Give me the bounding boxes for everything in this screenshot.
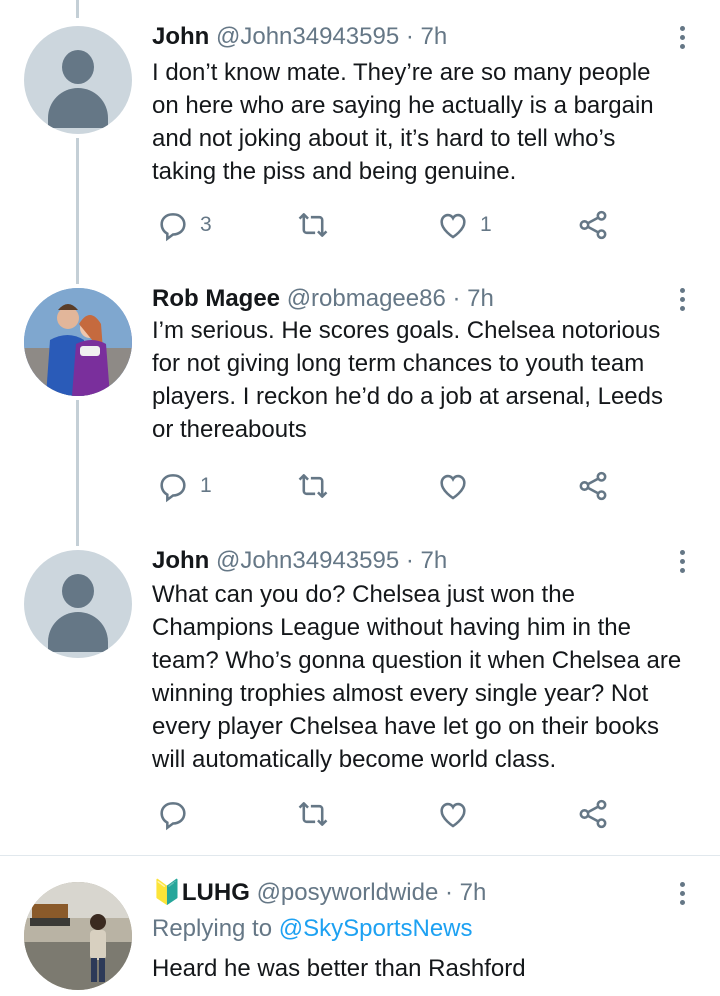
author-name[interactable]: John [152,23,209,50]
replying-to-label: Replying to [152,915,273,942]
retweet-icon [298,802,328,826]
more-icon[interactable] [680,882,686,909]
user-avatar[interactable] [24,288,132,396]
more-icon[interactable] [680,26,686,53]
like-icon [440,474,466,500]
avatar-photo [24,882,132,990]
default-avatar-icon[interactable] [24,550,132,658]
author-handle[interactable]: @John34943595 · 7h [216,547,447,574]
share-button[interactable] [576,466,610,506]
author-handle[interactable]: @robmagee86 · 7h [287,285,494,312]
share-icon [579,210,607,240]
retweet-button[interactable] [296,466,330,506]
tweet[interactable]: 🔰LUHG @posyworldwide · 7h Replying to @S… [0,856,720,996]
author-name[interactable]: Rob Magee [152,285,280,312]
tweet[interactable]: John @John34943595 · 7h I don’t know mat… [0,0,720,260]
avatar-photo [24,288,132,396]
tweet-text: Heard he was better than Rashford [152,955,526,982]
retweet-icon [298,474,328,498]
reply-icon [160,802,186,831]
replying-to-link[interactable]: @SkySportsNews [279,915,473,942]
tweet-text: I’m serious. He scores goals. Chelsea no… [152,317,663,443]
more-icon[interactable] [680,550,686,577]
share-icon [579,799,607,829]
reply-icon [160,474,186,503]
like-count: 1 [480,213,492,236]
tweet-actions: 1 [152,466,672,506]
retweet-button[interactable] [296,794,330,834]
like-icon [440,213,466,239]
retweet-icon [298,213,328,237]
author-name[interactable]: LUHG [182,879,250,906]
beginner-badge-icon: 🔰 [152,879,182,906]
tweet-text: I don’t know mate. They’re are so many p… [152,59,654,185]
share-button[interactable] [576,205,610,245]
tweet-text: What can you do? Chelsea just won the Ch… [152,581,682,773]
author-handle[interactable]: @John34943595 · 7h [216,23,447,50]
default-avatar-icon[interactable] [24,26,132,134]
like-icon [440,802,466,828]
tweet-actions [152,794,672,834]
reply-icon [160,213,186,242]
tweet[interactable]: Rob Magee @robmagee86 · 7h I’m serious. … [0,262,720,524]
share-icon [579,471,607,501]
reply-count: 1 [200,474,212,497]
reply-count: 3 [200,213,212,236]
retweet-button[interactable] [296,205,330,245]
user-avatar[interactable] [24,882,132,990]
like-button[interactable] [436,466,470,506]
reply-button[interactable]: 1 [156,466,212,506]
author-name[interactable]: John [152,547,209,574]
tweet[interactable]: John @John34943595 · 7h What can you do?… [0,524,720,854]
more-icon[interactable] [680,288,686,315]
reply-button[interactable] [156,794,190,834]
tweet-actions: 3 1 [152,205,672,245]
like-button[interactable]: 1 [436,205,492,245]
like-button[interactable] [436,794,470,834]
reply-button[interactable]: 3 [156,205,212,245]
author-handle[interactable]: @posyworldwide · 7h [257,879,487,906]
share-button[interactable] [576,794,610,834]
replying-to: Replying to @SkySportsNews [152,914,473,944]
